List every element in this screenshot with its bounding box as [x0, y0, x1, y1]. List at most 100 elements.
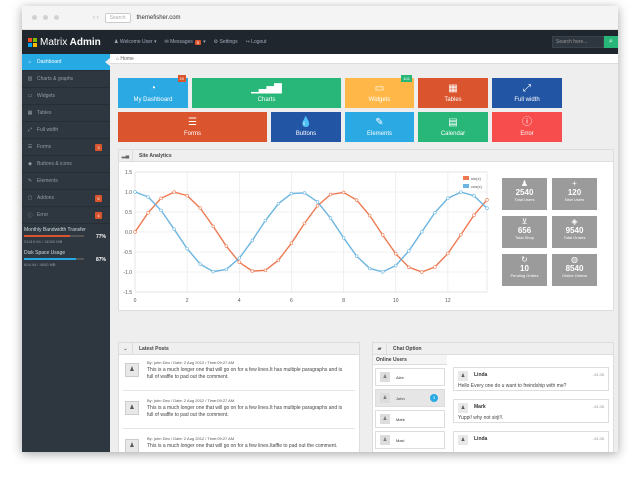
- welcome-user-menu[interactable]: ♟ Welcome User ▾: [114, 39, 156, 45]
- data-point: [146, 195, 150, 199]
- tile-widgets[interactable]: ▭ Widgets 101: [345, 75, 414, 108]
- settings-link[interactable]: ⚙ Settings: [214, 39, 238, 45]
- sidebar-item-dashboard[interactable]: ⌂ Dashboard: [22, 54, 110, 71]
- tile-buttons[interactable]: 💧 Buttons: [271, 112, 341, 142]
- sidebar-item-elements[interactable]: ✎ Elements: [22, 173, 110, 190]
- window-close-dot[interactable]: [32, 15, 37, 20]
- fullscreen-icon: ⤢: [27, 127, 32, 133]
- data-point: [485, 198, 489, 202]
- messages-badge: 5: [194, 39, 202, 45]
- globe-icon: ◍: [571, 255, 578, 264]
- tile-elements[interactable]: ✎ Elements: [345, 112, 414, 142]
- tint-icon: ◆: [28, 161, 32, 167]
- windows-logo-icon: [28, 37, 37, 47]
- calendar-icon: ▤: [448, 117, 458, 128]
- online-user-item[interactable]: ♟ John 3: [375, 389, 445, 407]
- x-tick-label: 0: [134, 298, 137, 304]
- tile-calendar[interactable]: ▤ Calendar: [418, 112, 488, 142]
- avatar: ♟: [380, 435, 390, 445]
- legend-label: sin(x): [471, 176, 481, 181]
- tile-forms[interactable]: ☰ Forms: [118, 112, 267, 142]
- tile-error[interactable]: ⓘ Error: [492, 112, 562, 142]
- bandwidth-stat: Monthly Bandwidth Transfer 21419.94 / 14…: [24, 227, 106, 244]
- data-point: [133, 190, 137, 194]
- logout-link[interactable]: ↪ Logout: [246, 39, 267, 45]
- browser-url[interactable]: themefisher.com: [137, 15, 181, 21]
- data-point: [459, 232, 463, 237]
- sidebar-item-addons[interactable]: ▢ Addons 5: [22, 190, 110, 207]
- latest-posts-header[interactable]: ⌄ Latest Posts: [119, 343, 359, 355]
- window-minimize-dot[interactable]: [43, 15, 48, 20]
- data-point: [224, 244, 228, 248]
- sidebar-item-widgets[interactable]: ▭ Widgets: [22, 88, 110, 105]
- search-input[interactable]: Search here...: [552, 36, 604, 48]
- pencil-icon: ✎: [27, 178, 33, 184]
- data-point: [420, 270, 424, 274]
- data-point: [263, 268, 268, 273]
- data-point: [146, 211, 150, 215]
- search-icon: ⌕: [609, 38, 613, 45]
- site-analytics-chart: 1.5 1.0 0.5 0.0 -0.5 -1.0 -1.50 2 4 6 8 10 12 sin(x) c…: [123, 170, 489, 304]
- brand-logo[interactable]: Matrix Admin: [22, 30, 110, 54]
- legend-label: cos(x): [471, 184, 483, 189]
- site-analytics-panel: ▂▄ Site Analytics 1.5 1.0 0.5 0.0 -0.5 -1.0 -1.…: [118, 149, 614, 311]
- x-tick-label: 2: [186, 298, 189, 304]
- plus-icon: +: [572, 179, 577, 188]
- online-user-item[interactable]: ♟ Mark: [375, 410, 445, 428]
- data-point: [276, 258, 281, 262]
- avatar: ♟: [458, 435, 468, 445]
- disk-percent: 87%: [95, 257, 106, 263]
- y-tick-label: 0.0: [125, 230, 132, 236]
- post-item: ♟ By: john Deo / Date: 2 Aug 2012 / Time…: [123, 433, 355, 452]
- x-tick-label: 6: [290, 298, 293, 304]
- sidebar-item-full-width[interactable]: ⤢ Full width: [22, 122, 110, 139]
- tile-my-dashboard[interactable]: ◔ My Dashboard 20: [118, 75, 188, 108]
- sidebar-item-charts[interactable]: ▥ Charts & graphs: [22, 71, 110, 88]
- sidebar-item-error[interactable]: ⓘ Error 4: [22, 207, 110, 224]
- tile-tables[interactable]: ▦ Tables: [418, 78, 488, 108]
- data-point: [394, 263, 398, 268]
- data-point: [211, 269, 215, 274]
- data-point: [289, 241, 294, 245]
- browser-search-box[interactable]: Search: [104, 12, 131, 23]
- back-forward-icon[interactable]: ‹ ›: [93, 15, 99, 21]
- breadcrumb-home[interactable]: Home: [120, 56, 133, 62]
- window-maximize-dot[interactable]: [54, 15, 59, 20]
- data-point: [211, 224, 215, 229]
- latest-posts-panel: ⌄ Latest Posts ♟ By: john Deo / Date: 2 A…: [118, 342, 360, 452]
- data-point: [328, 216, 333, 220]
- sidebar-item-buttons[interactable]: ◆ Buttons & icons: [22, 156, 110, 173]
- data-point: [446, 251, 450, 256]
- browser-chrome: ‹ › Search themefisher.com: [22, 6, 618, 30]
- avatar: ♟: [125, 439, 139, 452]
- avatar: ♟: [380, 393, 390, 403]
- messages-menu[interactable]: ✉ Messages 5 ▾: [164, 39, 205, 45]
- data-point: [485, 206, 489, 210]
- refresh-icon: ↻: [521, 255, 528, 264]
- search-button[interactable]: ⌕: [604, 36, 618, 48]
- data-point: [224, 267, 228, 272]
- bandwidth-progress: [24, 235, 84, 237]
- online-user-item[interactable]: ♟ Maxi: [375, 431, 445, 449]
- data-point: [459, 190, 463, 194]
- chat-option-panel: ▰ Chat Option Online Users ♟ Alex ♟ John 3 ♟…: [372, 342, 614, 452]
- legend-swatch: [463, 176, 469, 180]
- chart-icon: ▥: [27, 76, 33, 82]
- sidebar-item-forms[interactable]: ☰ Forms 3: [22, 139, 110, 156]
- data-point: [367, 266, 372, 271]
- addons-badge: 5: [95, 195, 102, 202]
- comment-icon: ▰: [373, 343, 387, 355]
- user-icon: ♟: [520, 179, 529, 188]
- site-analytics-header: ▂▄ Site Analytics: [119, 149, 613, 162]
- tile-charts[interactable]: ▁▃▅▇ Charts: [192, 78, 341, 108]
- data-point: [341, 190, 346, 195]
- avatar: ♟: [458, 371, 468, 381]
- stat-total-users: ♟ 2540 Total Users: [502, 178, 547, 210]
- tile-full-width[interactable]: ⤢ Full width: [492, 78, 562, 108]
- online-user-item[interactable]: ♟ Alex: [375, 368, 445, 386]
- bandwidth-percent: 77%: [95, 234, 106, 240]
- info-icon: ⓘ: [522, 117, 532, 128]
- data-point: [198, 262, 202, 266]
- sidebar-item-tables[interactable]: ▦ Tables: [22, 105, 110, 122]
- data-point: [341, 236, 346, 240]
